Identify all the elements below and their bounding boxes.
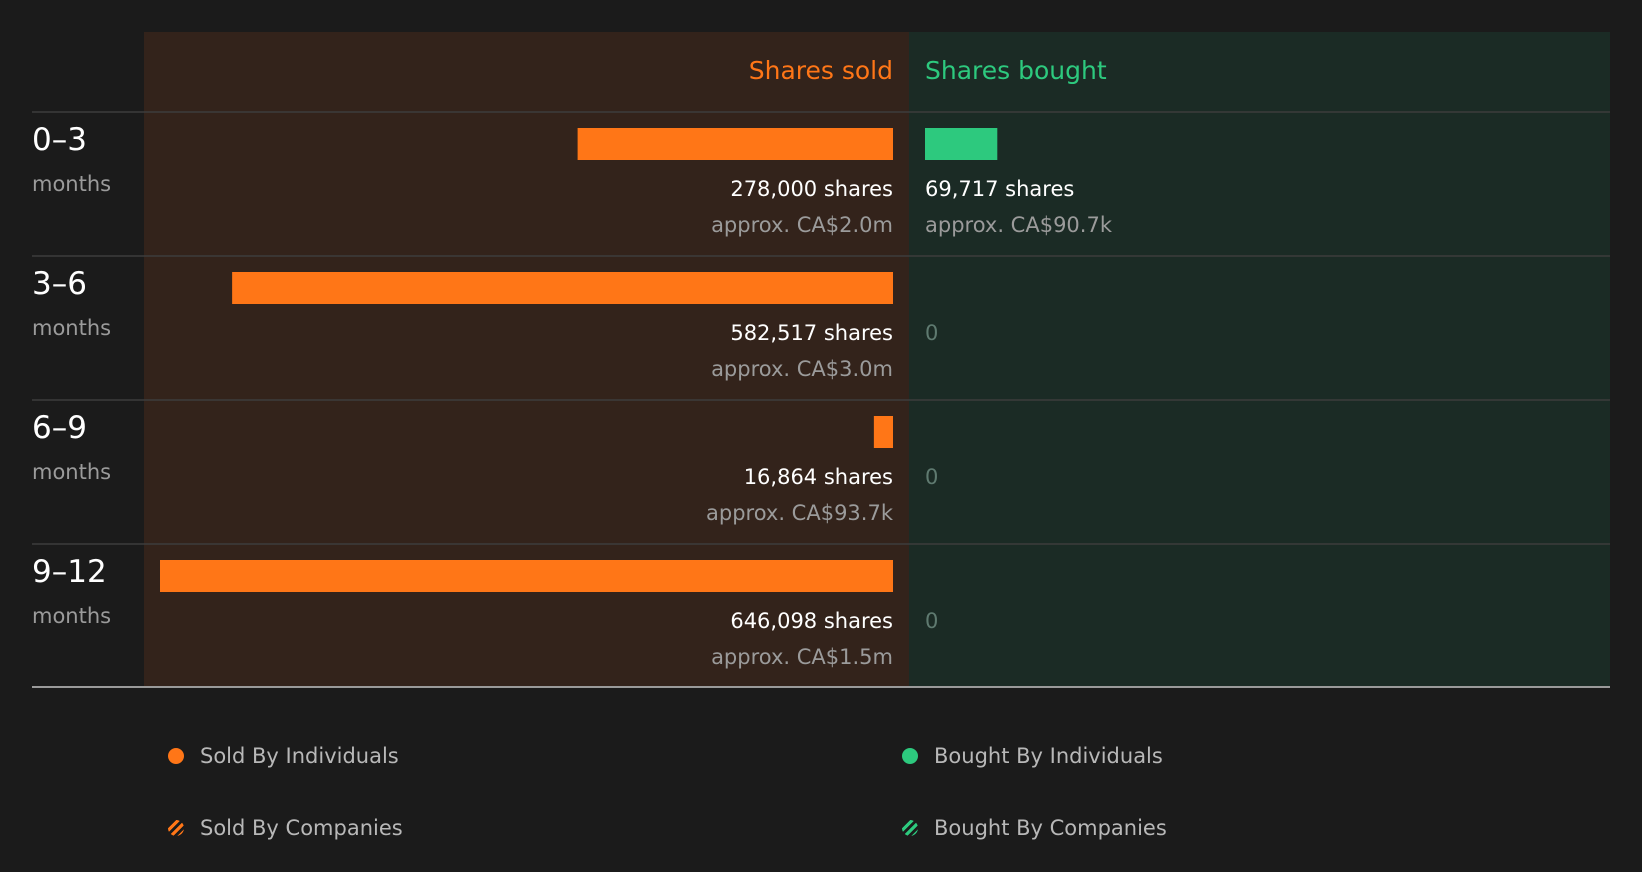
bought-value-label: approx. CA$90.7k <box>925 213 1113 237</box>
bought-shares-label: 69,717 shares <box>925 177 1074 201</box>
sold-bar <box>160 560 893 592</box>
sold-value-label: approx. CA$3.0m <box>711 357 893 381</box>
legend-bought-individuals[interactable]: Bought By Individuals <box>902 744 1163 768</box>
sold-shares-label: 278,000 shares <box>730 177 893 201</box>
legend-label: Bought By Individuals <box>934 744 1163 768</box>
bought-zero-label: 0 <box>925 321 938 345</box>
period-unit-label: months <box>32 460 111 484</box>
bought-zero-label: 0 <box>925 609 938 633</box>
sold-shares-label: 16,864 shares <box>744 465 893 489</box>
period-unit-label: months <box>32 172 111 196</box>
sold-bar <box>232 272 894 304</box>
bought-zero-label: 0 <box>925 465 938 489</box>
legend-dot-icon <box>168 748 184 764</box>
bought-header: Shares bought <box>925 56 1107 85</box>
period-label: 3–6 <box>32 266 87 302</box>
legend-label: Sold By Individuals <box>200 744 399 768</box>
legend-sold-individuals[interactable]: Sold By Individuals <box>168 744 399 768</box>
period-label: 9–12 <box>32 554 107 590</box>
period-label: 6–9 <box>32 410 87 446</box>
legend-striped-dot-icon <box>902 820 918 836</box>
sold-shares-label: 582,517 shares <box>730 321 893 345</box>
period-unit-label: months <box>32 316 111 340</box>
sold-bar <box>873 416 893 448</box>
sold-value-label: approx. CA$2.0m <box>711 213 893 237</box>
legend-sold-companies[interactable]: Sold By Companies <box>168 816 403 840</box>
period-label: 0–3 <box>32 122 87 158</box>
sold-value-label: approx. CA$93.7k <box>706 501 894 525</box>
bought-bar <box>925 128 998 160</box>
period-unit-label: months <box>32 604 111 628</box>
legend-label: Bought By Companies <box>934 816 1167 840</box>
legend-bought-companies[interactable]: Bought By Companies <box>902 816 1167 840</box>
sold-shares-label: 646,098 shares <box>730 609 893 633</box>
bought-panel <box>909 32 1610 687</box>
insider-trading-chart: Shares sold Shares bought 0–3 months 278,0… <box>32 32 1610 688</box>
sold-bar <box>577 128 893 160</box>
sold-value-label: approx. CA$1.5m <box>711 645 893 669</box>
legend-label: Sold By Companies <box>200 816 403 840</box>
legend-striped-dot-icon <box>168 820 184 836</box>
sold-header: Shares sold <box>749 56 893 85</box>
legend-dot-icon <box>902 748 918 764</box>
